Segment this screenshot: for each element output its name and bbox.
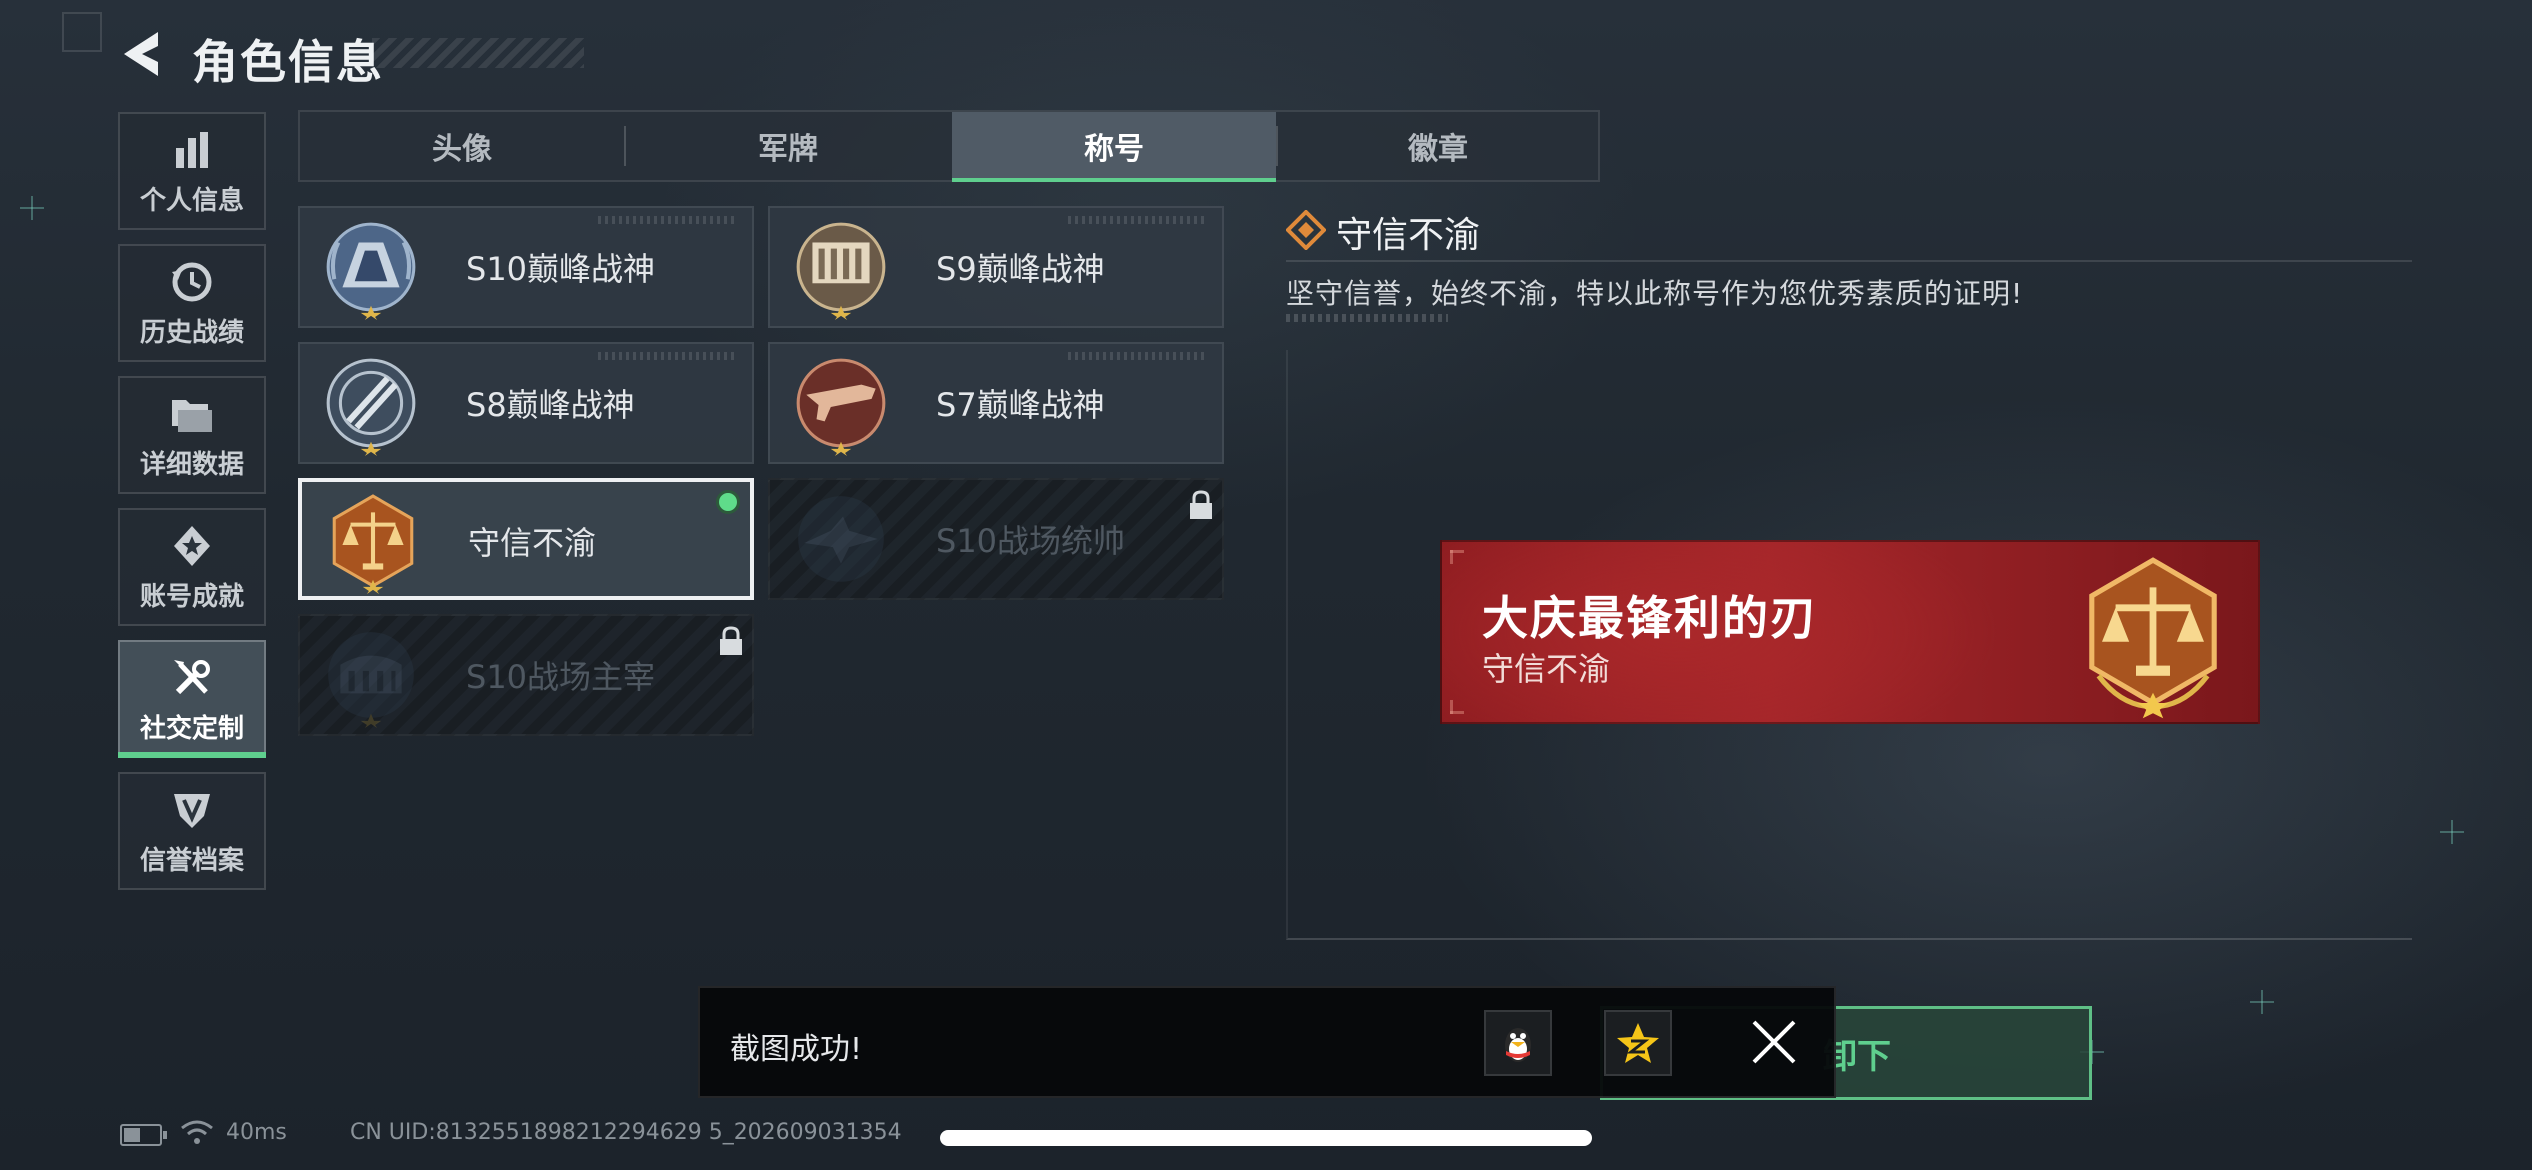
scales-badge-icon [2089, 557, 2217, 719]
title-card-s10-dominator[interactable]: S10战场主宰 [298, 614, 754, 736]
category-tabs: 头像 军牌 称号 徽章 [298, 110, 1600, 182]
sidebar-item-credit[interactable]: 信誉档案 [118, 772, 266, 890]
sidebar-item-label: 信誉档案 [139, 845, 244, 876]
sidebar-item-history[interactable]: 历史战绩 [118, 244, 266, 362]
screenshot-toast: 截图成功! [698, 986, 1836, 1098]
sidebar-item-label: 账号成就 [139, 581, 244, 612]
sidebar-item-personal-info[interactable]: 个人信息 [118, 112, 266, 230]
sidebar-item-label: 详细数据 [139, 449, 244, 480]
sidebar-item-label: 社交定制 [139, 713, 244, 744]
title-card-s10-peak[interactable]: S10巅峰战神 [298, 206, 754, 328]
sidebar-item-label: 历史战绩 [139, 317, 244, 348]
clock-history-icon [172, 262, 212, 301]
page-title: 角色信息 [192, 35, 384, 89]
title-card-name: S10巅峰战神 [466, 250, 656, 288]
tab-avatar[interactable]: 头像 [300, 112, 624, 180]
diamond-title-icon [1286, 210, 1326, 250]
detail-divider [1286, 260, 2412, 262]
tab-badge[interactable]: 徽章 [1278, 112, 1598, 180]
title-preview-banner: 大庆最锋利的刃 守信不渝 [1440, 540, 2260, 724]
wifi-icon [181, 1120, 213, 1144]
header-decoration [62, 12, 102, 52]
detail-decoration [1286, 314, 1448, 322]
title-card-name: S9巅峰战神 [936, 250, 1105, 288]
detail-description: 坚守信誉，始终不渝，特以此称号作为您优秀素质的证明! [1286, 277, 2024, 310]
decor-cross [20, 196, 44, 220]
title-card-name: S10战场主宰 [466, 658, 656, 696]
share-qq-button[interactable] [1484, 1010, 1552, 1076]
close-icon[interactable] [1748, 1016, 1800, 1068]
s10-peak-badge-icon [326, 222, 416, 320]
home-indicator[interactable] [940, 1130, 1592, 1146]
card-decoration [1068, 216, 1208, 224]
equipped-indicator [716, 490, 740, 514]
battery-icon [120, 1124, 167, 1146]
title-card-name: S7巅峰战神 [936, 386, 1105, 424]
detail-title: 守信不渝 [1336, 215, 1481, 256]
title-card-s7-peak[interactable]: S7巅峰战神 [768, 342, 1224, 464]
s8-peak-badge-icon [326, 358, 416, 456]
banner-title-name: 守信不渝 [1482, 650, 1611, 688]
title-card-s10-commander[interactable]: S10战场统帅 [768, 478, 1224, 600]
back-button[interactable] [118, 28, 166, 80]
credit-shield-icon [174, 793, 210, 828]
title-card-name: 守信不渝 [468, 524, 597, 562]
s10-commander-badge-icon [798, 496, 884, 582]
tab-title[interactable]: 称号 [952, 112, 1276, 182]
share-qzone-button[interactable] [1604, 1010, 1672, 1076]
ping-value: 40ms [226, 1120, 287, 1145]
scales-badge-icon [332, 494, 414, 594]
toast-message: 截图成功! [730, 1032, 863, 1067]
card-decoration [598, 352, 738, 360]
sidebar-item-social-custom[interactable]: 社交定制 [118, 640, 266, 758]
s7-peak-badge-icon [796, 358, 886, 456]
title-card-keep-faith[interactable]: 守信不渝 [298, 478, 754, 600]
title-card-name: S10战场统帅 [936, 522, 1126, 560]
banner-player-name: 大庆最锋利的刃 [1482, 591, 1818, 645]
card-decoration [1068, 352, 1208, 360]
title-stripe-decoration [372, 38, 584, 68]
decor-cross [2440, 820, 2464, 844]
lock-icon [1190, 490, 1212, 519]
qzone-star-icon [1617, 1023, 1659, 1063]
qq-penguin-icon [1505, 1028, 1531, 1062]
sidebar-item-label: 个人信息 [139, 185, 244, 216]
title-card-name: S8巅峰战神 [466, 386, 635, 424]
bar-chart-icon [176, 131, 208, 168]
sidebar-item-achievements[interactable]: 账号成就 [118, 508, 266, 626]
chevron-left-icon [124, 32, 158, 76]
title-card-s8-peak[interactable]: S8巅峰战神 [298, 342, 754, 464]
sidebar-item-detail-data[interactable]: 详细数据 [118, 376, 266, 494]
tab-dog-tag[interactable]: 军牌 [626, 112, 950, 180]
folder-icon [172, 399, 212, 432]
s9-peak-badge-icon [796, 222, 886, 320]
achievement-icon [174, 525, 210, 566]
s10-dominator-badge-icon [328, 632, 414, 728]
uid-text: CN UID:8132551898212294629 5_20260903135… [350, 1120, 902, 1145]
lock-icon [720, 626, 742, 655]
card-decoration [598, 216, 738, 224]
tools-icon [174, 659, 210, 694]
title-card-s9-peak[interactable]: S9巅峰战神 [768, 206, 1224, 328]
decor-cross [2250, 990, 2274, 1014]
